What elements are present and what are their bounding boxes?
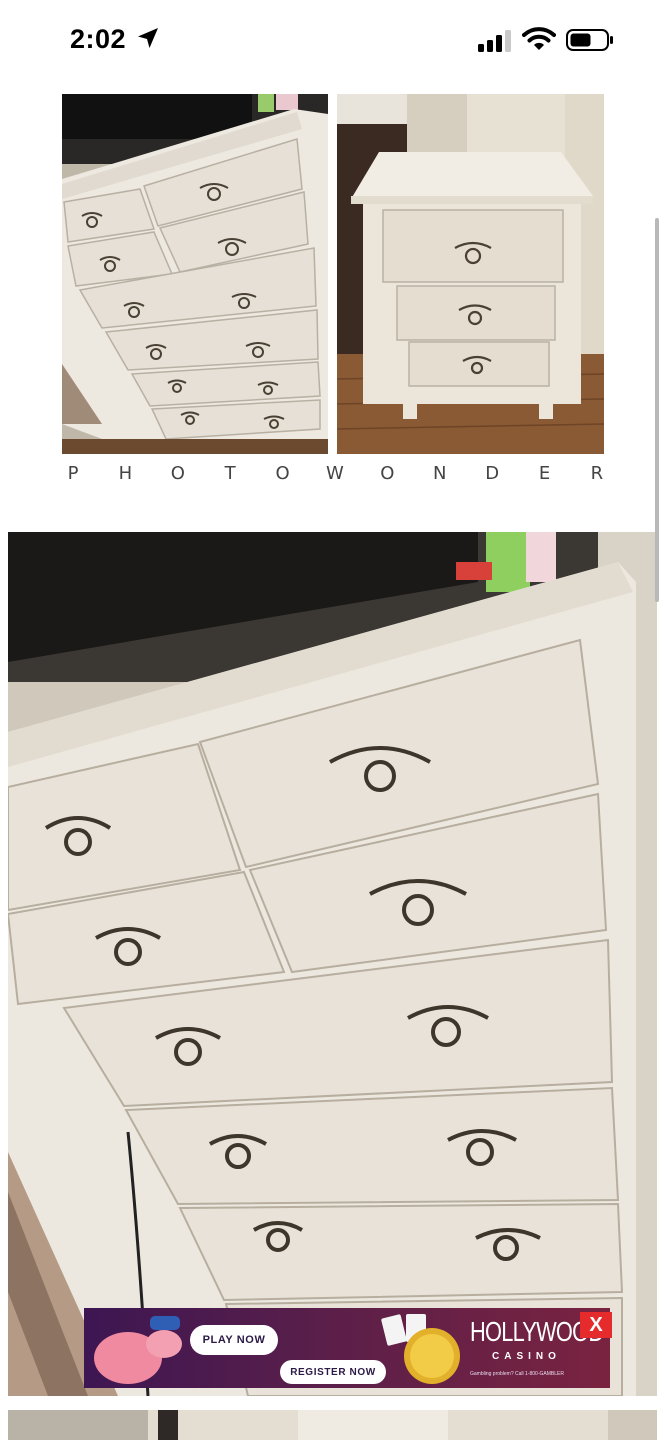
watermark-letter: N [433, 462, 449, 484]
play-now-button[interactable]: PLAY NOW [190, 1325, 278, 1355]
ad-close-button[interactable]: X [580, 1312, 612, 1338]
watermark-letter: P [67, 462, 81, 484]
status-bar: 2:02 [0, 0, 665, 80]
watermark-letter: W [326, 462, 346, 484]
battery-icon [566, 29, 613, 51]
ad-fine-print: Gambling problem? Call 1-800-GAMBLER [470, 1371, 564, 1377]
collage-photo-nightstand[interactable] [337, 94, 604, 454]
wifi-icon [522, 27, 556, 50]
watermark-letter: T [224, 462, 238, 484]
ad-brand-sub: CASINO [492, 1351, 561, 1362]
watermark-letter: O [170, 462, 187, 484]
main-dresser-photo[interactable] [8, 532, 657, 1396]
ad-banner[interactable]: PLAY NOW REGISTER NOW HOLLYWOOD CASINO G… [84, 1308, 610, 1388]
photowonder-watermark: P H O T O W O N D E R [62, 458, 610, 488]
watermark-letter: E [538, 462, 553, 484]
watermark-letter: O [275, 462, 292, 484]
collage-photo-dresser[interactable] [62, 94, 328, 454]
scrollbar[interactable] [655, 218, 659, 602]
watermark-letter: H [118, 462, 135, 484]
status-time: 2:02 [70, 24, 127, 54]
watermark-letter: O [380, 462, 397, 484]
dresser-closeup-image [8, 532, 657, 1396]
watermark-letter: R [590, 462, 606, 484]
register-now-button[interactable]: REGISTER NOW [280, 1360, 386, 1384]
cellular-signal-icon [478, 30, 511, 52]
location-arrow-icon [138, 28, 158, 48]
watermark-letter: D [485, 462, 502, 484]
next-photo-preview[interactable] [8, 1410, 657, 1440]
next-photo-image [8, 1410, 657, 1440]
nightstand-photo-image [337, 94, 604, 454]
dresser-photo-image [62, 94, 328, 454]
photo-collage[interactable] [62, 94, 604, 454]
